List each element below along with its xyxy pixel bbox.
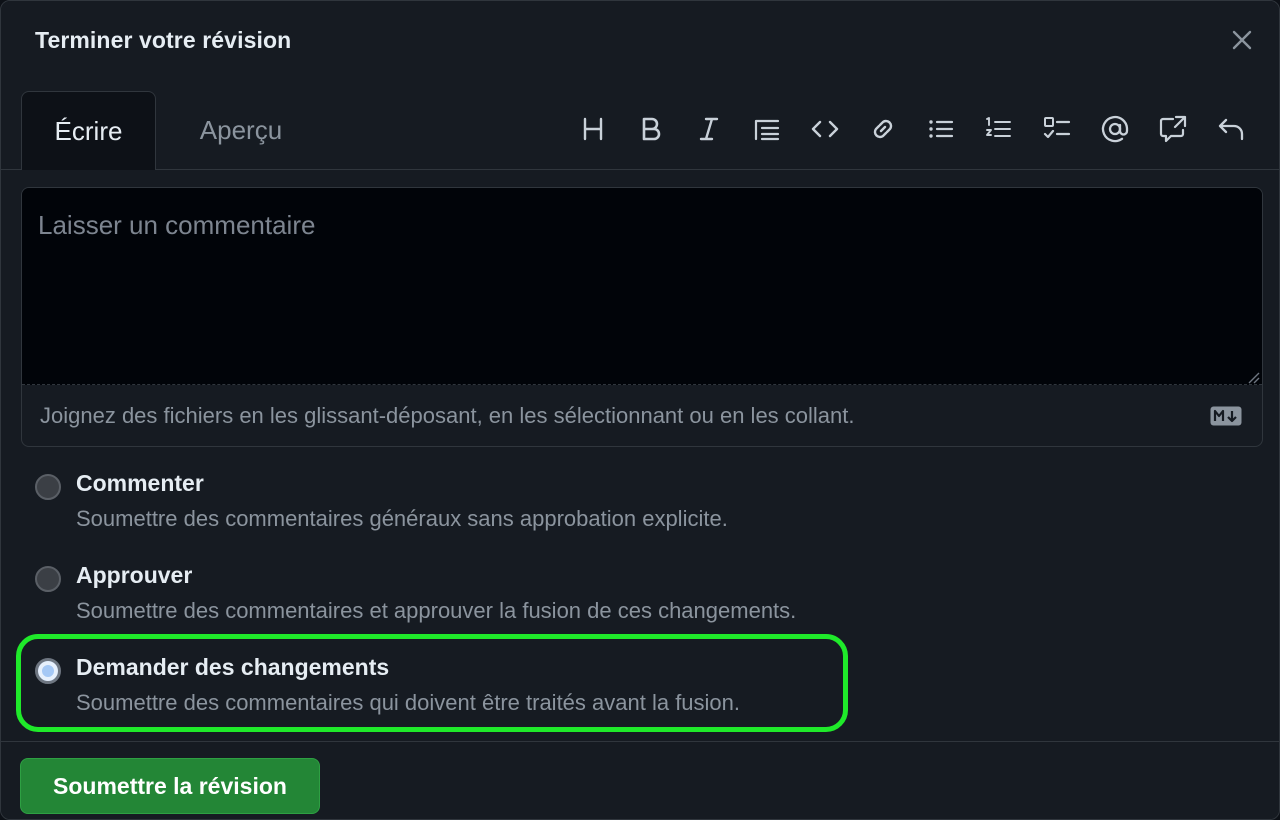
task-list-button[interactable] xyxy=(1037,109,1077,149)
unordered-list-button[interactable] xyxy=(921,109,961,149)
mention-button[interactable] xyxy=(1095,109,1135,149)
dialog-title: Terminer votre révision xyxy=(35,27,292,53)
review-dialog: Terminer votre révision Écrire Aperçu La… xyxy=(0,0,1280,820)
task-list-icon xyxy=(1043,117,1071,139)
unordered-list-icon xyxy=(929,120,954,138)
close-icon xyxy=(1232,30,1252,50)
dialog-header: Terminer votre révision xyxy=(1,1,1279,76)
undo-icon xyxy=(1218,118,1244,141)
radio-approve[interactable] xyxy=(35,566,61,592)
file-attach-bar[interactable]: Joignez des fichiers en les glissant-dép… xyxy=(22,386,1262,446)
italic-button[interactable] xyxy=(689,109,729,149)
option-label: Demander des changements xyxy=(76,654,390,680)
bold-icon xyxy=(642,117,661,141)
undo-button[interactable] xyxy=(1211,109,1251,149)
comment-editor: Joignez des fichiers en les glissant-dép… xyxy=(21,187,1263,447)
cross-reference-button[interactable] xyxy=(1153,109,1193,149)
link-icon xyxy=(873,119,893,139)
attach-hint: Joignez des fichiers en les glissant-dép… xyxy=(40,403,855,428)
option-comment[interactable]: Commenter Soumettre des commentaires gén… xyxy=(35,470,935,550)
tab-write[interactable]: Écrire xyxy=(21,91,156,170)
submit-review-button[interactable]: Soumettre la révision xyxy=(20,758,320,814)
quote-button[interactable] xyxy=(747,109,787,149)
option-description: Soumettre des commentaires généraux sans… xyxy=(76,506,728,531)
heading-icon xyxy=(583,117,603,141)
ordered-list-icon xyxy=(986,117,1011,137)
ordered-list-button[interactable] xyxy=(979,109,1019,149)
cross-reference-icon xyxy=(1159,115,1187,143)
comment-textarea[interactable] xyxy=(22,188,1262,385)
code-icon xyxy=(811,120,839,138)
option-label: Commenter xyxy=(76,470,204,496)
dialog-footer: Soumettre la révision xyxy=(1,741,1279,819)
option-description: Soumettre des commentaires et approuver … xyxy=(76,598,797,623)
option-approve[interactable]: Approuver Soumettre des commentaires et … xyxy=(35,562,935,642)
close-button[interactable] xyxy=(1225,23,1259,57)
bold-button[interactable] xyxy=(631,109,671,149)
markdown-toolbar xyxy=(555,109,1251,149)
option-description: Soumettre des commentaires qui doivent ê… xyxy=(76,690,741,715)
tab-preview[interactable]: Aperçu xyxy=(176,91,306,169)
link-button[interactable] xyxy=(863,109,903,149)
radio-comment[interactable] xyxy=(35,474,61,500)
quote-icon xyxy=(754,119,780,141)
italic-icon xyxy=(699,117,719,141)
option-label: Approuver xyxy=(76,562,193,588)
resize-grip-icon[interactable] xyxy=(1246,370,1260,384)
heading-button[interactable] xyxy=(573,109,613,149)
radio-request-changes[interactable] xyxy=(35,658,61,684)
option-request-changes[interactable]: Demander des changements Soumettre des c… xyxy=(35,654,935,734)
editor-tabbar: Écrire Aperçu xyxy=(1,75,1279,170)
code-button[interactable] xyxy=(805,109,845,149)
mention-icon xyxy=(1101,115,1129,143)
markdown-icon[interactable] xyxy=(1210,406,1242,426)
